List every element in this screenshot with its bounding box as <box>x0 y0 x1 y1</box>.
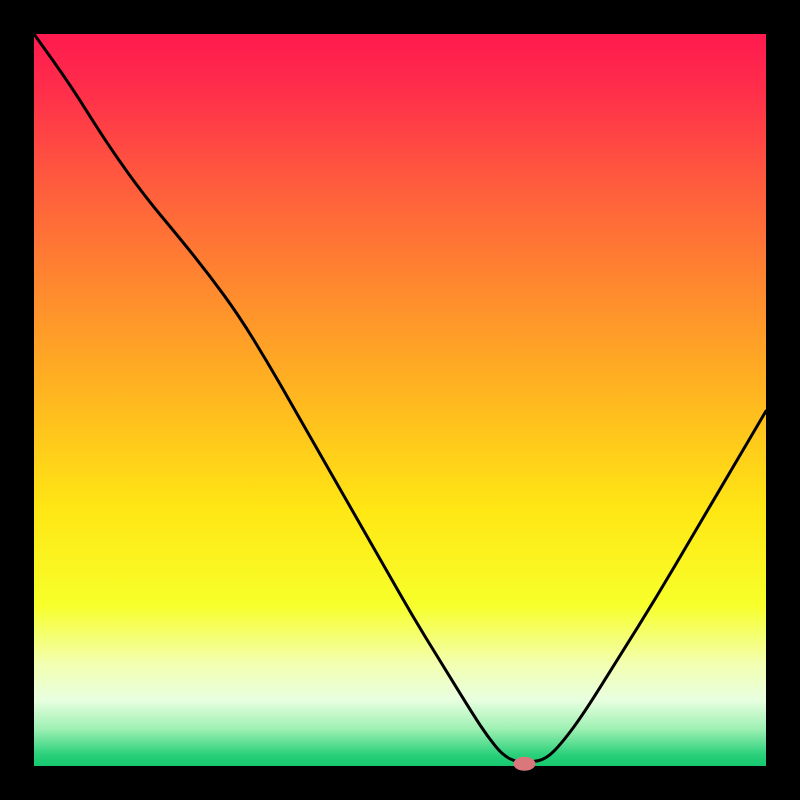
bottleneck-chart: TheBottleneck.com <box>0 0 800 800</box>
plot-background <box>34 34 766 766</box>
chart-svg <box>0 0 800 800</box>
optimal-marker <box>513 757 535 771</box>
